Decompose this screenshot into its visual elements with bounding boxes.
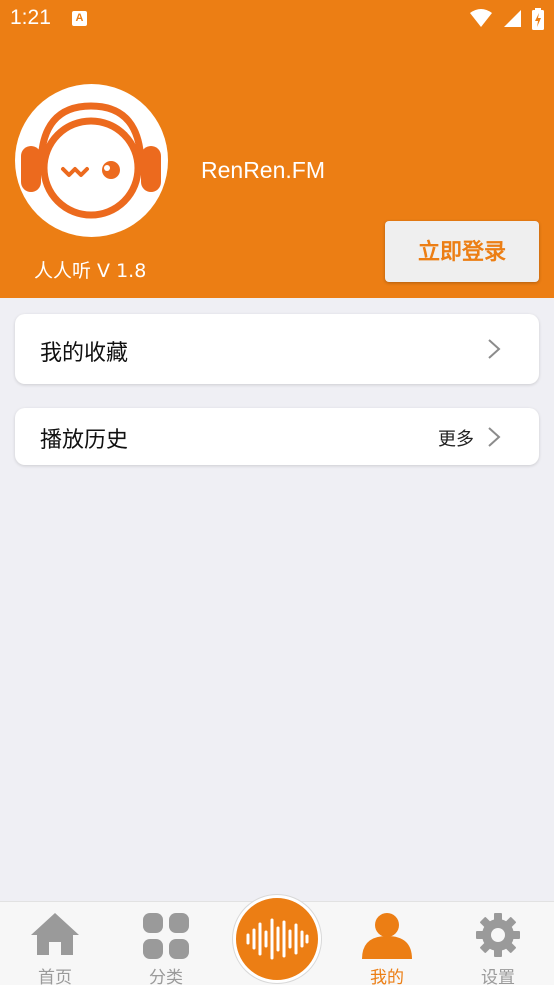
battery-charging-icon bbox=[532, 8, 544, 30]
nav-category-label: 分类 bbox=[149, 968, 183, 985]
nav-category[interactable]: 分类 bbox=[111, 902, 221, 985]
nav-mine-label: 我的 bbox=[370, 968, 404, 985]
user-icon bbox=[362, 913, 412, 959]
wifi-icon bbox=[469, 9, 492, 27]
category-grid-icon bbox=[143, 913, 189, 959]
chevron-right-icon bbox=[488, 427, 501, 447]
status-bar: 1:21 A bbox=[0, 0, 554, 38]
avatar[interactable] bbox=[15, 84, 168, 237]
nav-home-label: 首页 bbox=[38, 968, 72, 985]
favorites-row[interactable]: 我的收藏 bbox=[15, 314, 539, 384]
history-title: 播放历史 bbox=[40, 428, 129, 453]
notification-app-icon: A bbox=[72, 11, 87, 26]
nav-settings[interactable]: 设置 bbox=[443, 902, 553, 985]
status-time: 1:21 bbox=[10, 6, 51, 29]
history-more-link[interactable]: 更多 bbox=[438, 425, 474, 451]
player-button[interactable] bbox=[233, 895, 321, 983]
profile-header: 1:21 A RenRen.FM 人人听 V 1.8 立即登录 bbox=[0, 0, 554, 298]
nav-mine[interactable]: 我的 bbox=[332, 902, 442, 985]
favorites-title: 我的收藏 bbox=[40, 341, 129, 366]
history-row[interactable]: 播放历史 更多 bbox=[15, 408, 539, 465]
gear-icon bbox=[476, 913, 520, 957]
signal-icon bbox=[503, 10, 521, 27]
headphone-mascot-logo bbox=[21, 102, 161, 219]
sound-wave-icon bbox=[246, 918, 309, 960]
login-button[interactable]: 立即登录 bbox=[385, 221, 539, 282]
brand-title: RenRen.FM bbox=[201, 157, 325, 183]
version-label: 人人听 V 1.8 bbox=[34, 260, 147, 282]
home-icon bbox=[31, 913, 79, 955]
status-icons bbox=[464, 8, 544, 30]
nav-settings-label: 设置 bbox=[481, 968, 515, 985]
chevron-right-icon bbox=[488, 339, 501, 359]
nav-home[interactable]: 首页 bbox=[0, 902, 110, 985]
